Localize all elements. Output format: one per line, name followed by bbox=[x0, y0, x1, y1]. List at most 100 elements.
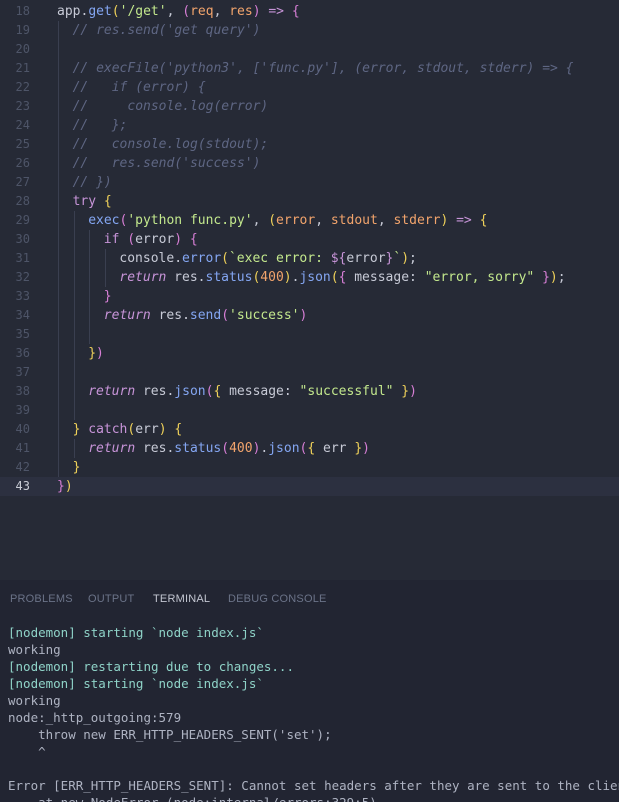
code-line[interactable]: 19 // res.send('get query') bbox=[0, 21, 619, 40]
code-token: { bbox=[103, 194, 112, 209]
code-line[interactable]: 24 // }; bbox=[0, 116, 619, 135]
code-line[interactable]: 39 bbox=[0, 401, 619, 420]
code-line[interactable]: 29 exec('python func.py', (error, stdout,… bbox=[0, 211, 619, 230]
indent-guide bbox=[58, 363, 59, 382]
code-token: ) bbox=[96, 346, 104, 361]
code-token: error bbox=[135, 232, 175, 247]
code-token: } bbox=[401, 384, 410, 399]
indent-guide bbox=[58, 382, 59, 401]
terminal-output[interactable]: [nodemon] starting `node index.js` workin… bbox=[8, 624, 619, 802]
code-token: return bbox=[88, 441, 136, 456]
code-token: ) bbox=[549, 270, 558, 285]
tab-output[interactable]: OUTPUT bbox=[88, 593, 134, 605]
code-token: stdout bbox=[330, 213, 378, 228]
line-number: 40 bbox=[15, 422, 30, 436]
code-token: status bbox=[205, 270, 253, 285]
code-text: app.get('/get', (req, res) => { bbox=[57, 2, 300, 21]
indent-guide bbox=[73, 344, 75, 363]
code-text: // if (error) { bbox=[73, 78, 206, 97]
code-line[interactable]: 38 return res.json({ message: "successful… bbox=[0, 382, 619, 401]
code-line[interactable]: 37 bbox=[0, 363, 619, 382]
indent-guide bbox=[58, 135, 59, 154]
code-token: ) bbox=[401, 251, 410, 266]
code-token: get bbox=[88, 4, 112, 19]
code-line[interactable]: 23 // console.log(error) bbox=[0, 97, 619, 116]
code-line[interactable]: 31 console.error(`exec error: ${error}`); bbox=[0, 249, 619, 268]
code-text: } bbox=[104, 287, 112, 306]
line-number: 31 bbox=[15, 251, 30, 265]
code-text: // }; bbox=[73, 116, 128, 135]
code-token: ( bbox=[330, 270, 339, 285]
code-token: ; bbox=[557, 270, 566, 285]
code-token: , bbox=[252, 213, 269, 228]
code-line[interactable]: 42} bbox=[0, 458, 619, 477]
code-text: return res.send('success') bbox=[104, 306, 308, 325]
code-token: ) bbox=[252, 4, 261, 19]
code-line[interactable]: 43}) bbox=[0, 477, 619, 496]
code-line[interactable]: 25 // console.log(stdout); bbox=[0, 135, 619, 154]
tab-terminal[interactable]: TERMINAL bbox=[153, 593, 210, 605]
code-text: console.error(`exec error: ${error}`); bbox=[119, 249, 416, 268]
code-line[interactable]: 33} bbox=[0, 287, 619, 306]
code-token: json bbox=[174, 384, 206, 399]
code-token: ) bbox=[158, 422, 167, 437]
line-number: 33 bbox=[15, 289, 30, 303]
code-token: { bbox=[174, 422, 183, 437]
code-text: } bbox=[73, 458, 81, 477]
code-text: }) bbox=[88, 344, 104, 363]
tab-debug-console[interactable]: DEBUG CONSOLE bbox=[228, 593, 327, 605]
code-token: } bbox=[57, 479, 65, 494]
line-number: 43 bbox=[15, 479, 30, 493]
indent-guide bbox=[58, 40, 59, 59]
code-line[interactable]: 20 bbox=[0, 40, 619, 59]
code-token: error bbox=[276, 213, 316, 228]
tab-problems[interactable]: PROBLEMS bbox=[10, 593, 73, 605]
code-token: console bbox=[119, 251, 175, 266]
indent-guide bbox=[73, 249, 75, 268]
code-token: , bbox=[315, 213, 331, 228]
code-line[interactable]: 30 if (error) { bbox=[0, 230, 619, 249]
code-text: // res.send('success') bbox=[73, 154, 261, 173]
line-number: 24 bbox=[15, 118, 30, 132]
code-token: ) bbox=[174, 232, 183, 247]
code-line[interactable]: 32 return res.status(400).json({ message:… bbox=[0, 268, 619, 287]
code-text: // console.log(stdout); bbox=[73, 135, 269, 154]
code-line[interactable]: 28 try { bbox=[0, 192, 619, 211]
line-number: 27 bbox=[15, 175, 30, 189]
code-line[interactable]: 41 return res.status(400).json({ err }) bbox=[0, 439, 619, 458]
code-token: ( bbox=[268, 213, 277, 228]
code-token: } bbox=[542, 270, 550, 285]
code-editor[interactable]: 18 app.get('/get', (req, res) => { 19 // re… bbox=[0, 0, 619, 580]
code-line[interactable]: 18 app.get('/get', (req, res) => { bbox=[0, 2, 619, 21]
indent-guide bbox=[58, 287, 59, 306]
code-line[interactable]: 21 // execFile('python3', ['func.py'], (e… bbox=[0, 59, 619, 78]
code-line[interactable]: 35 bbox=[0, 325, 619, 344]
terminal-line: throw new ERR_HTTP_HEADERS_SENT('set'); bbox=[8, 727, 332, 742]
code-token: catch bbox=[88, 422, 128, 437]
code-line[interactable]: 36}) bbox=[0, 344, 619, 363]
code-line[interactable]: 26 // res.send('success') bbox=[0, 154, 619, 173]
code-token: ( bbox=[221, 308, 230, 323]
code-line[interactable]: 27 // }) bbox=[0, 173, 619, 192]
code-token: 'success' bbox=[229, 308, 300, 323]
indent-guide bbox=[73, 382, 75, 401]
indent-guide bbox=[58, 21, 59, 40]
code-token: ; bbox=[409, 251, 417, 266]
code-token: json bbox=[268, 441, 300, 456]
indent-guide bbox=[58, 59, 59, 78]
line-number: 19 bbox=[15, 23, 30, 37]
code-token: "successful" bbox=[299, 384, 394, 399]
code-token: 'python func.py' bbox=[127, 213, 253, 228]
line-number: 28 bbox=[15, 194, 30, 208]
code-line[interactable]: 22 // if (error) { bbox=[0, 78, 619, 97]
code-token: req bbox=[190, 4, 214, 19]
code-text: // res.send('get query') bbox=[73, 21, 261, 40]
code-line[interactable]: 34 return res.send('success') bbox=[0, 306, 619, 325]
indent-guide bbox=[73, 401, 75, 420]
line-number: 23 bbox=[15, 99, 30, 113]
code-token: => bbox=[260, 4, 292, 19]
code-line[interactable]: 40} catch(err) { bbox=[0, 420, 619, 439]
line-number: 37 bbox=[15, 365, 30, 379]
code-token: , bbox=[213, 4, 230, 19]
